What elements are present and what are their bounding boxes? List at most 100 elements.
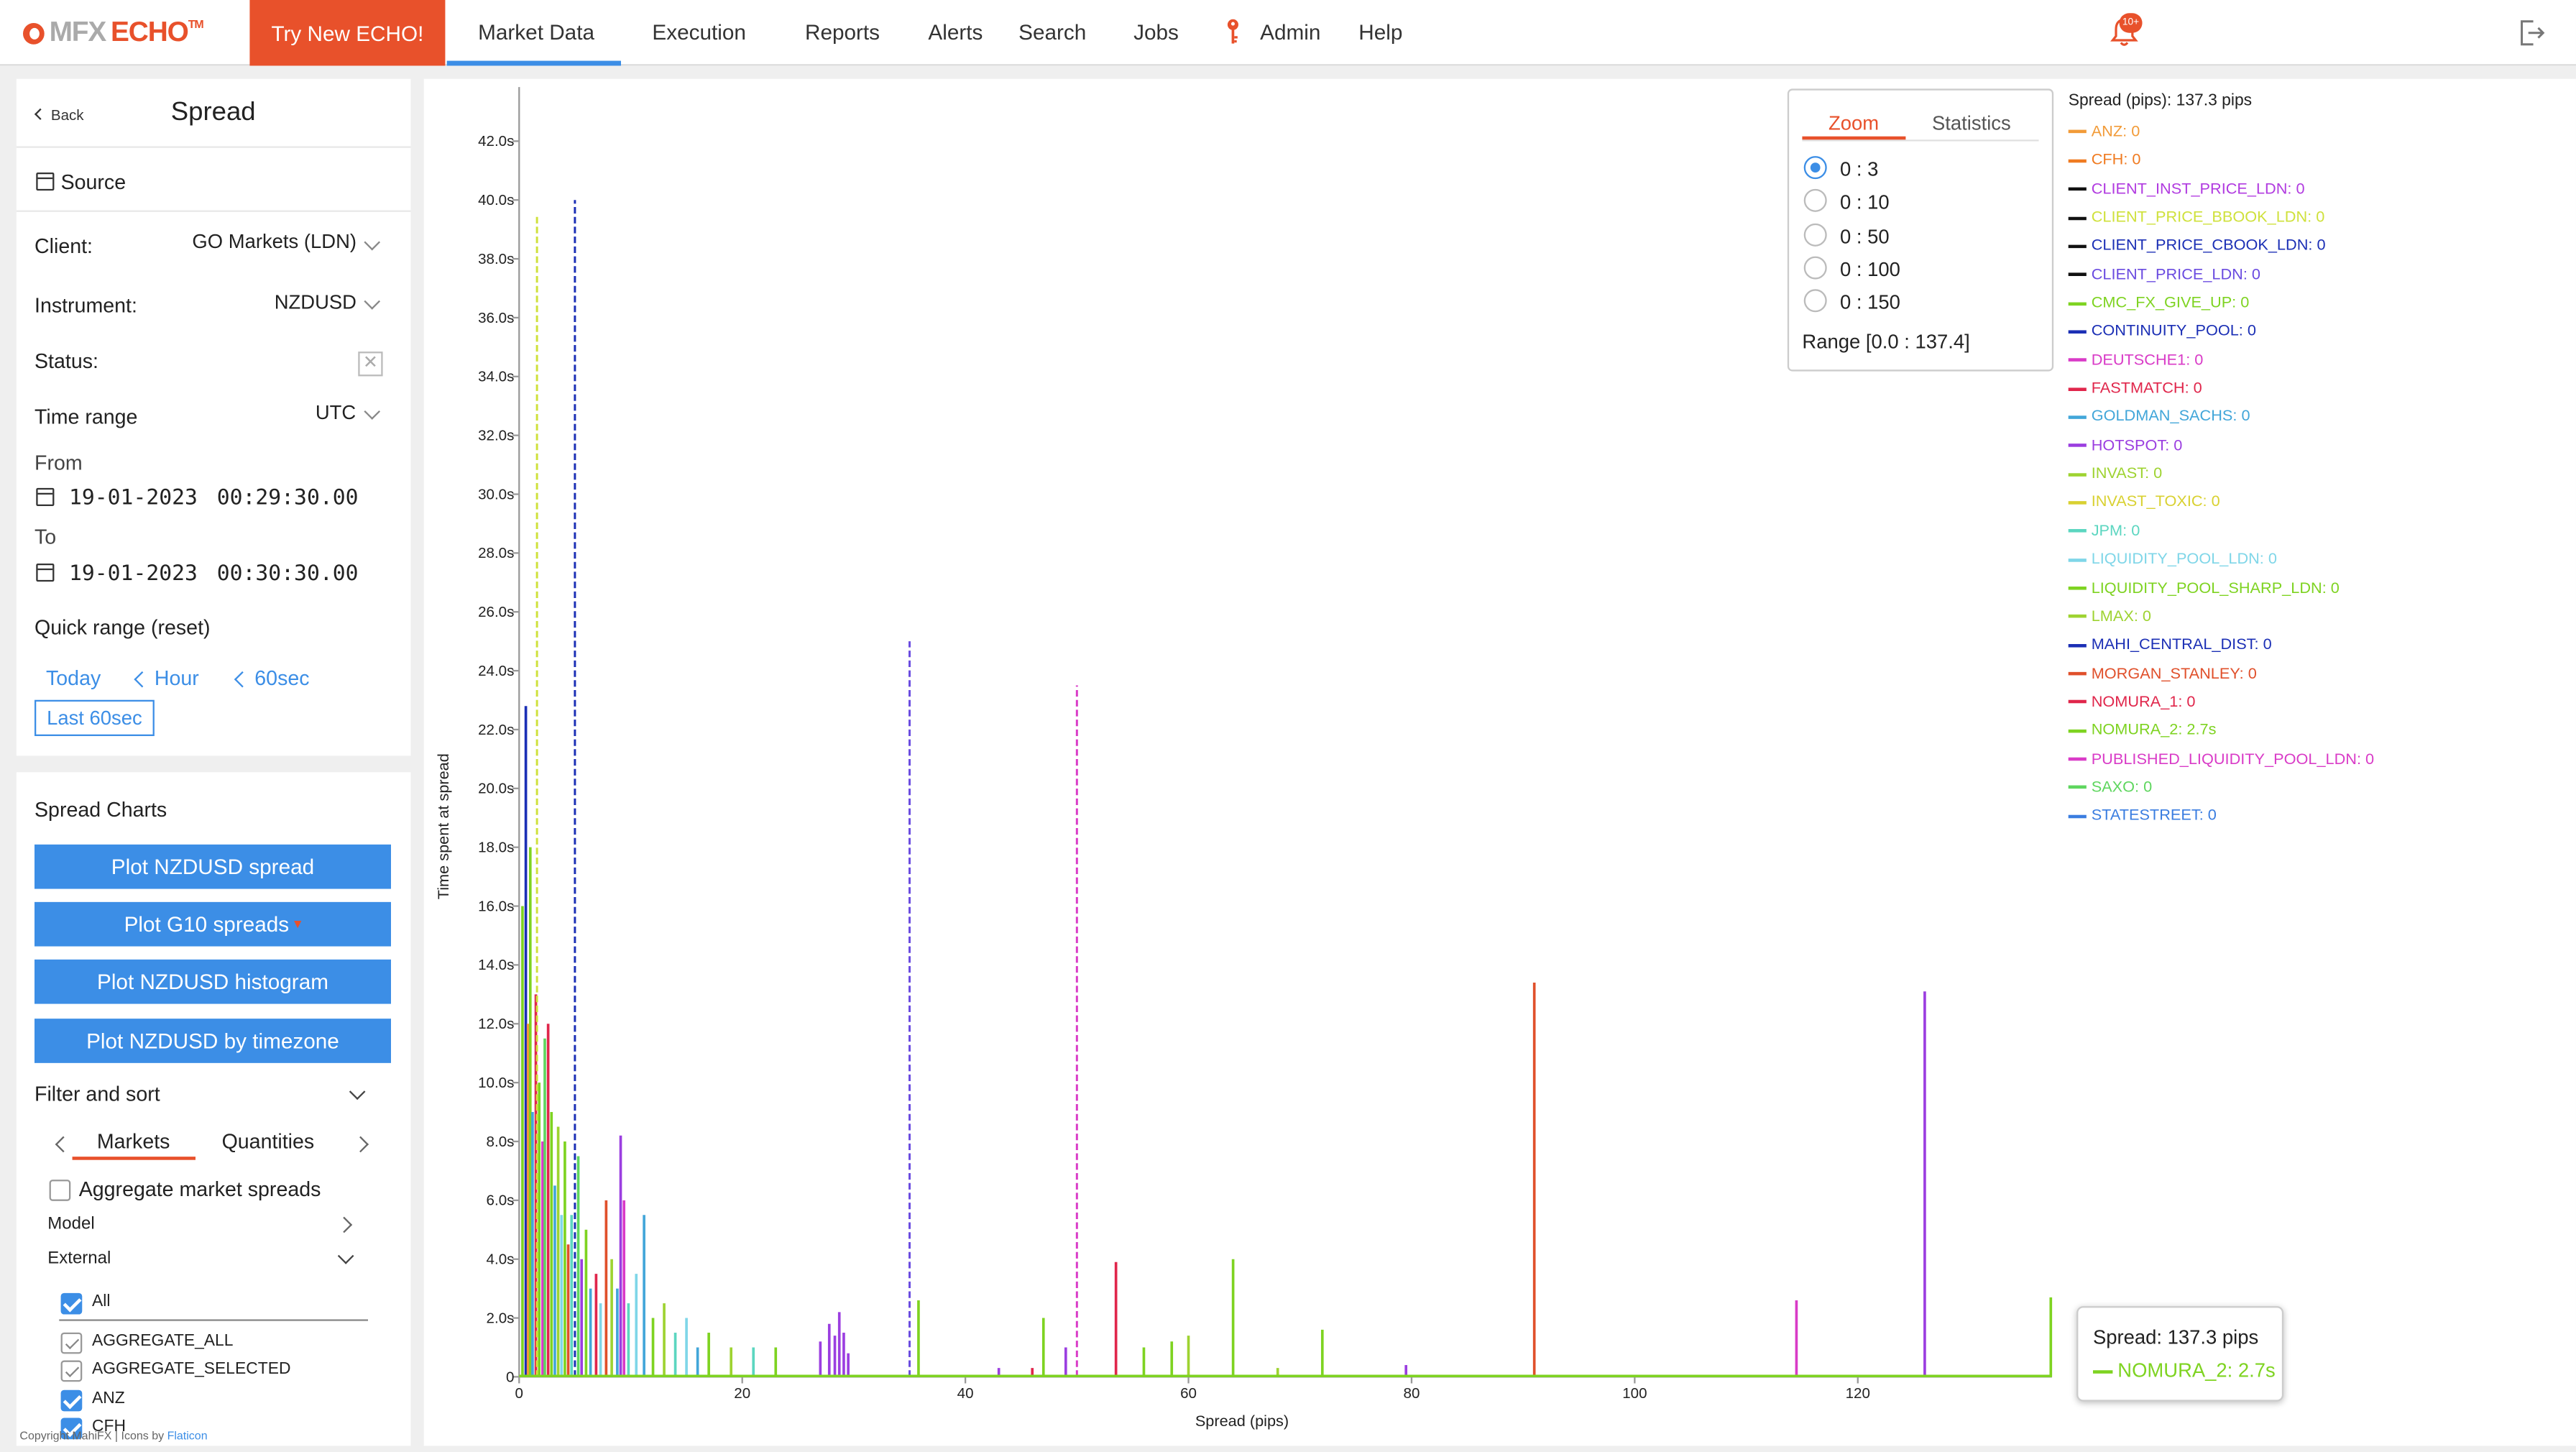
legend-item[interactable]: SAXO: 0 <box>2068 773 2562 802</box>
legend-swatch <box>2068 187 2087 191</box>
all-checkbox[interactable] <box>60 1292 83 1315</box>
nav-market-data[interactable]: Market Data <box>478 19 594 44</box>
tabs-next-chevron-icon[interactable] <box>352 1136 369 1153</box>
legend-item[interactable]: CLIENT_INST_PRICE_LDN: 0 <box>2068 175 2562 204</box>
logout-icon[interactable] <box>2517 18 2547 47</box>
nav-search[interactable]: Search <box>1018 19 1086 44</box>
from-calendar-icon[interactable] <box>36 487 55 506</box>
model-chevron-right-icon[interactable] <box>336 1216 353 1233</box>
flaticon-link[interactable]: Flaticon <box>167 1431 208 1443</box>
market-checkbox[interactable] <box>60 1389 83 1412</box>
legend-item[interactable]: MORGAN_STANLEY: 0 <box>2068 660 2562 689</box>
quick-hour-label: Hour <box>154 666 199 690</box>
legend-item[interactable]: MAHI_CENTRAL_DIST: 0 <box>2068 631 2562 660</box>
x-tick-label: 0 <box>515 1385 523 1402</box>
plot-nzdusd-histogram-button[interactable]: Plot NZDUSD histogram <box>34 959 391 1004</box>
zoom-radio[interactable] <box>1803 223 1827 247</box>
aggregate-checkbox[interactable] <box>49 1180 71 1201</box>
x-tick-label: 120 <box>1846 1385 1870 1402</box>
to-time-input[interactable]: 00:30:30.00 <box>217 562 359 587</box>
legend-item[interactable]: CLIENT_PRICE_CBOOK_LDN: 0 <box>2068 232 2562 261</box>
quick-today-link[interactable]: Today <box>46 667 101 690</box>
legend-item[interactable]: LMAX: 0 <box>2068 602 2562 631</box>
legend-item[interactable]: INVAST_TOXIC: 0 <box>2068 489 2562 518</box>
instrument-label: Instrument: <box>34 294 137 318</box>
legend-item[interactable]: FASTMATCH: 0 <box>2068 375 2562 403</box>
quick-hour-link[interactable]: Hour <box>134 666 199 690</box>
last-60sec-button[interactable]: Last 60sec <box>34 699 155 736</box>
legend-item[interactable]: ANZ: 0 <box>2068 119 2562 147</box>
external-label[interactable]: External <box>47 1249 111 1268</box>
zoom-radio[interactable] <box>1803 188 1827 212</box>
nav-jobs[interactable]: Jobs <box>1133 19 1179 44</box>
x-axis-label: Spread (pips) <box>1195 1412 1289 1430</box>
to-calendar-icon[interactable] <box>36 563 55 582</box>
legend-item[interactable]: GOLDMAN_SACHS: 0 <box>2068 403 2562 432</box>
tab-markets[interactable]: Markets <box>97 1131 170 1154</box>
legend-label: LIQUIDITY_POOL_SHARP_LDN: 0 <box>2091 579 2340 597</box>
legend-label: MORGAN_STANLEY: 0 <box>2091 664 2257 683</box>
legend-item[interactable]: LIQUIDITY_POOL_LDN: 0 <box>2068 546 2562 574</box>
legend-item[interactable]: LIQUIDITY_POOL_SHARP_LDN: 0 <box>2068 574 2562 603</box>
y-tick-label: 30.0s <box>478 486 514 502</box>
legend-item[interactable]: CLIENT_PRICE_BBOOK_LDN: 0 <box>2068 203 2562 232</box>
legend-item[interactable]: DEUTSCHE1: 0 <box>2068 346 2562 375</box>
legend-swatch <box>2068 643 2087 647</box>
nav-execution[interactable]: Execution <box>652 19 745 44</box>
legend-item[interactable]: CONTINUITY_POOL: 0 <box>2068 318 2562 346</box>
instrument-select[interactable]: NZDUSD <box>275 291 356 314</box>
back-chevron-icon <box>34 108 47 120</box>
legend-item[interactable]: PUBLISHED_LIQUIDITY_POOL_LDN: 0 <box>2068 745 2562 774</box>
back-link[interactable]: Back <box>34 107 84 123</box>
legend-label: FASTMATCH: 0 <box>2091 380 2202 398</box>
timezone-select[interactable]: UTC <box>316 401 356 424</box>
to-date-input[interactable]: 19-01-2023 <box>69 562 198 587</box>
legend-label: LIQUIDITY_POOL_LDN: 0 <box>2091 551 2277 569</box>
instrument-chevron-down-icon[interactable] <box>364 293 381 310</box>
legend-item[interactable]: NOMURA_2: 2.7s <box>2068 717 2562 745</box>
tab-statistics[interactable]: Statistics <box>1932 111 2011 134</box>
tab-quantities[interactable]: Quantities <box>222 1131 315 1154</box>
logo-tm-text: TM <box>188 19 204 32</box>
chart-bars[interactable] <box>519 200 2053 1377</box>
logo-mfx-text: MFX <box>49 16 107 48</box>
external-chevron-down-icon[interactable] <box>337 1248 354 1264</box>
legend-item[interactable]: CFH: 0 <box>2068 147 2562 175</box>
mfx-echo-logo[interactable]: MFX ECHO TM <box>22 16 204 50</box>
timezone-chevron-down-icon[interactable] <box>364 403 381 420</box>
filter-chevron-down-icon[interactable] <box>349 1083 366 1101</box>
legend-item[interactable]: INVAST: 0 <box>2068 460 2562 489</box>
nav-admin[interactable]: Admin <box>1260 19 1320 44</box>
model-label[interactable]: Model <box>47 1214 94 1233</box>
nav-alerts[interactable]: Alerts <box>928 19 983 44</box>
zoom-radio[interactable] <box>1803 156 1827 180</box>
legend-swatch <box>2068 501 2087 505</box>
market-checkbox[interactable] <box>60 1332 83 1354</box>
nav-reports[interactable]: Reports <box>805 19 880 44</box>
client-chevron-down-icon[interactable] <box>364 234 381 251</box>
from-time-input[interactable]: 00:29:30.00 <box>217 487 359 511</box>
client-select[interactable]: GO Markets (LDN) <box>192 230 356 253</box>
nav-help[interactable]: Help <box>1358 19 1402 44</box>
zoom-radio[interactable] <box>1803 256 1827 280</box>
plot-g10-spreads-button[interactable]: Plot G10 spreads ▾ <box>34 901 391 947</box>
plot-nzdusd-by-timezone-button[interactable]: Plot NZDUSD by timezone <box>34 1019 391 1063</box>
legend-item[interactable]: CMC_FX_GIVE_UP: 0 <box>2068 289 2562 318</box>
tabs-prev-chevron-icon[interactable] <box>55 1136 72 1153</box>
from-date-input[interactable]: 19-01-2023 <box>69 487 198 511</box>
zoom-radio[interactable] <box>1803 289 1827 313</box>
market-checkbox[interactable] <box>60 1360 83 1382</box>
legend-item[interactable]: JPM: 0 <box>2068 518 2562 546</box>
legend-item[interactable]: STATESTREET: 0 <box>2068 802 2562 831</box>
try-new-echo-button[interactable]: Try New ECHO! <box>249 0 446 66</box>
legend-item[interactable]: HOTSPOT: 0 <box>2068 432 2562 461</box>
legend-item[interactable]: NOMURA_1: 0 <box>2068 688 2562 717</box>
source-label: Source <box>60 170 126 194</box>
quick-60sec-link[interactable]: 60sec <box>234 666 310 690</box>
tab-zoom[interactable]: Zoom <box>1828 111 1879 134</box>
filter-sort-label[interactable]: Filter and sort <box>34 1083 160 1106</box>
legend-item[interactable]: CLIENT_PRICE_LDN: 0 <box>2068 261 2562 290</box>
plot-nzdusd-spread-button[interactable]: Plot NZDUSD spread <box>34 844 391 889</box>
status-clear-icon[interactable]: ✕ <box>358 351 383 377</box>
quick-60sec-label: 60sec <box>254 666 310 690</box>
